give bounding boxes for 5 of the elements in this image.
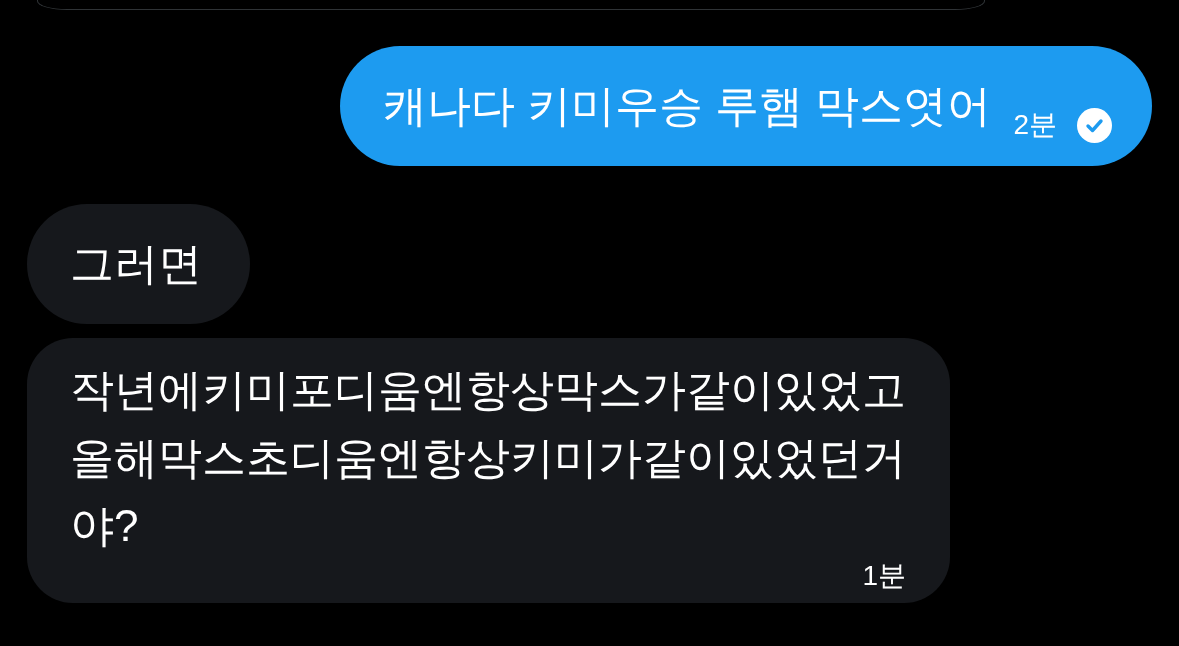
message-text: 작년에키미포디움엔항상막스가같이있었고 올해막스초디움엔항상키미가같이있었던거야?: [70, 364, 907, 552]
message-text: 캐나다 키미우승 루햄 막스엿어: [382, 80, 992, 132]
message-text: 그러면: [70, 238, 202, 290]
message-time: 2분: [1013, 109, 1057, 141]
message-time: 1분: [862, 560, 906, 592]
